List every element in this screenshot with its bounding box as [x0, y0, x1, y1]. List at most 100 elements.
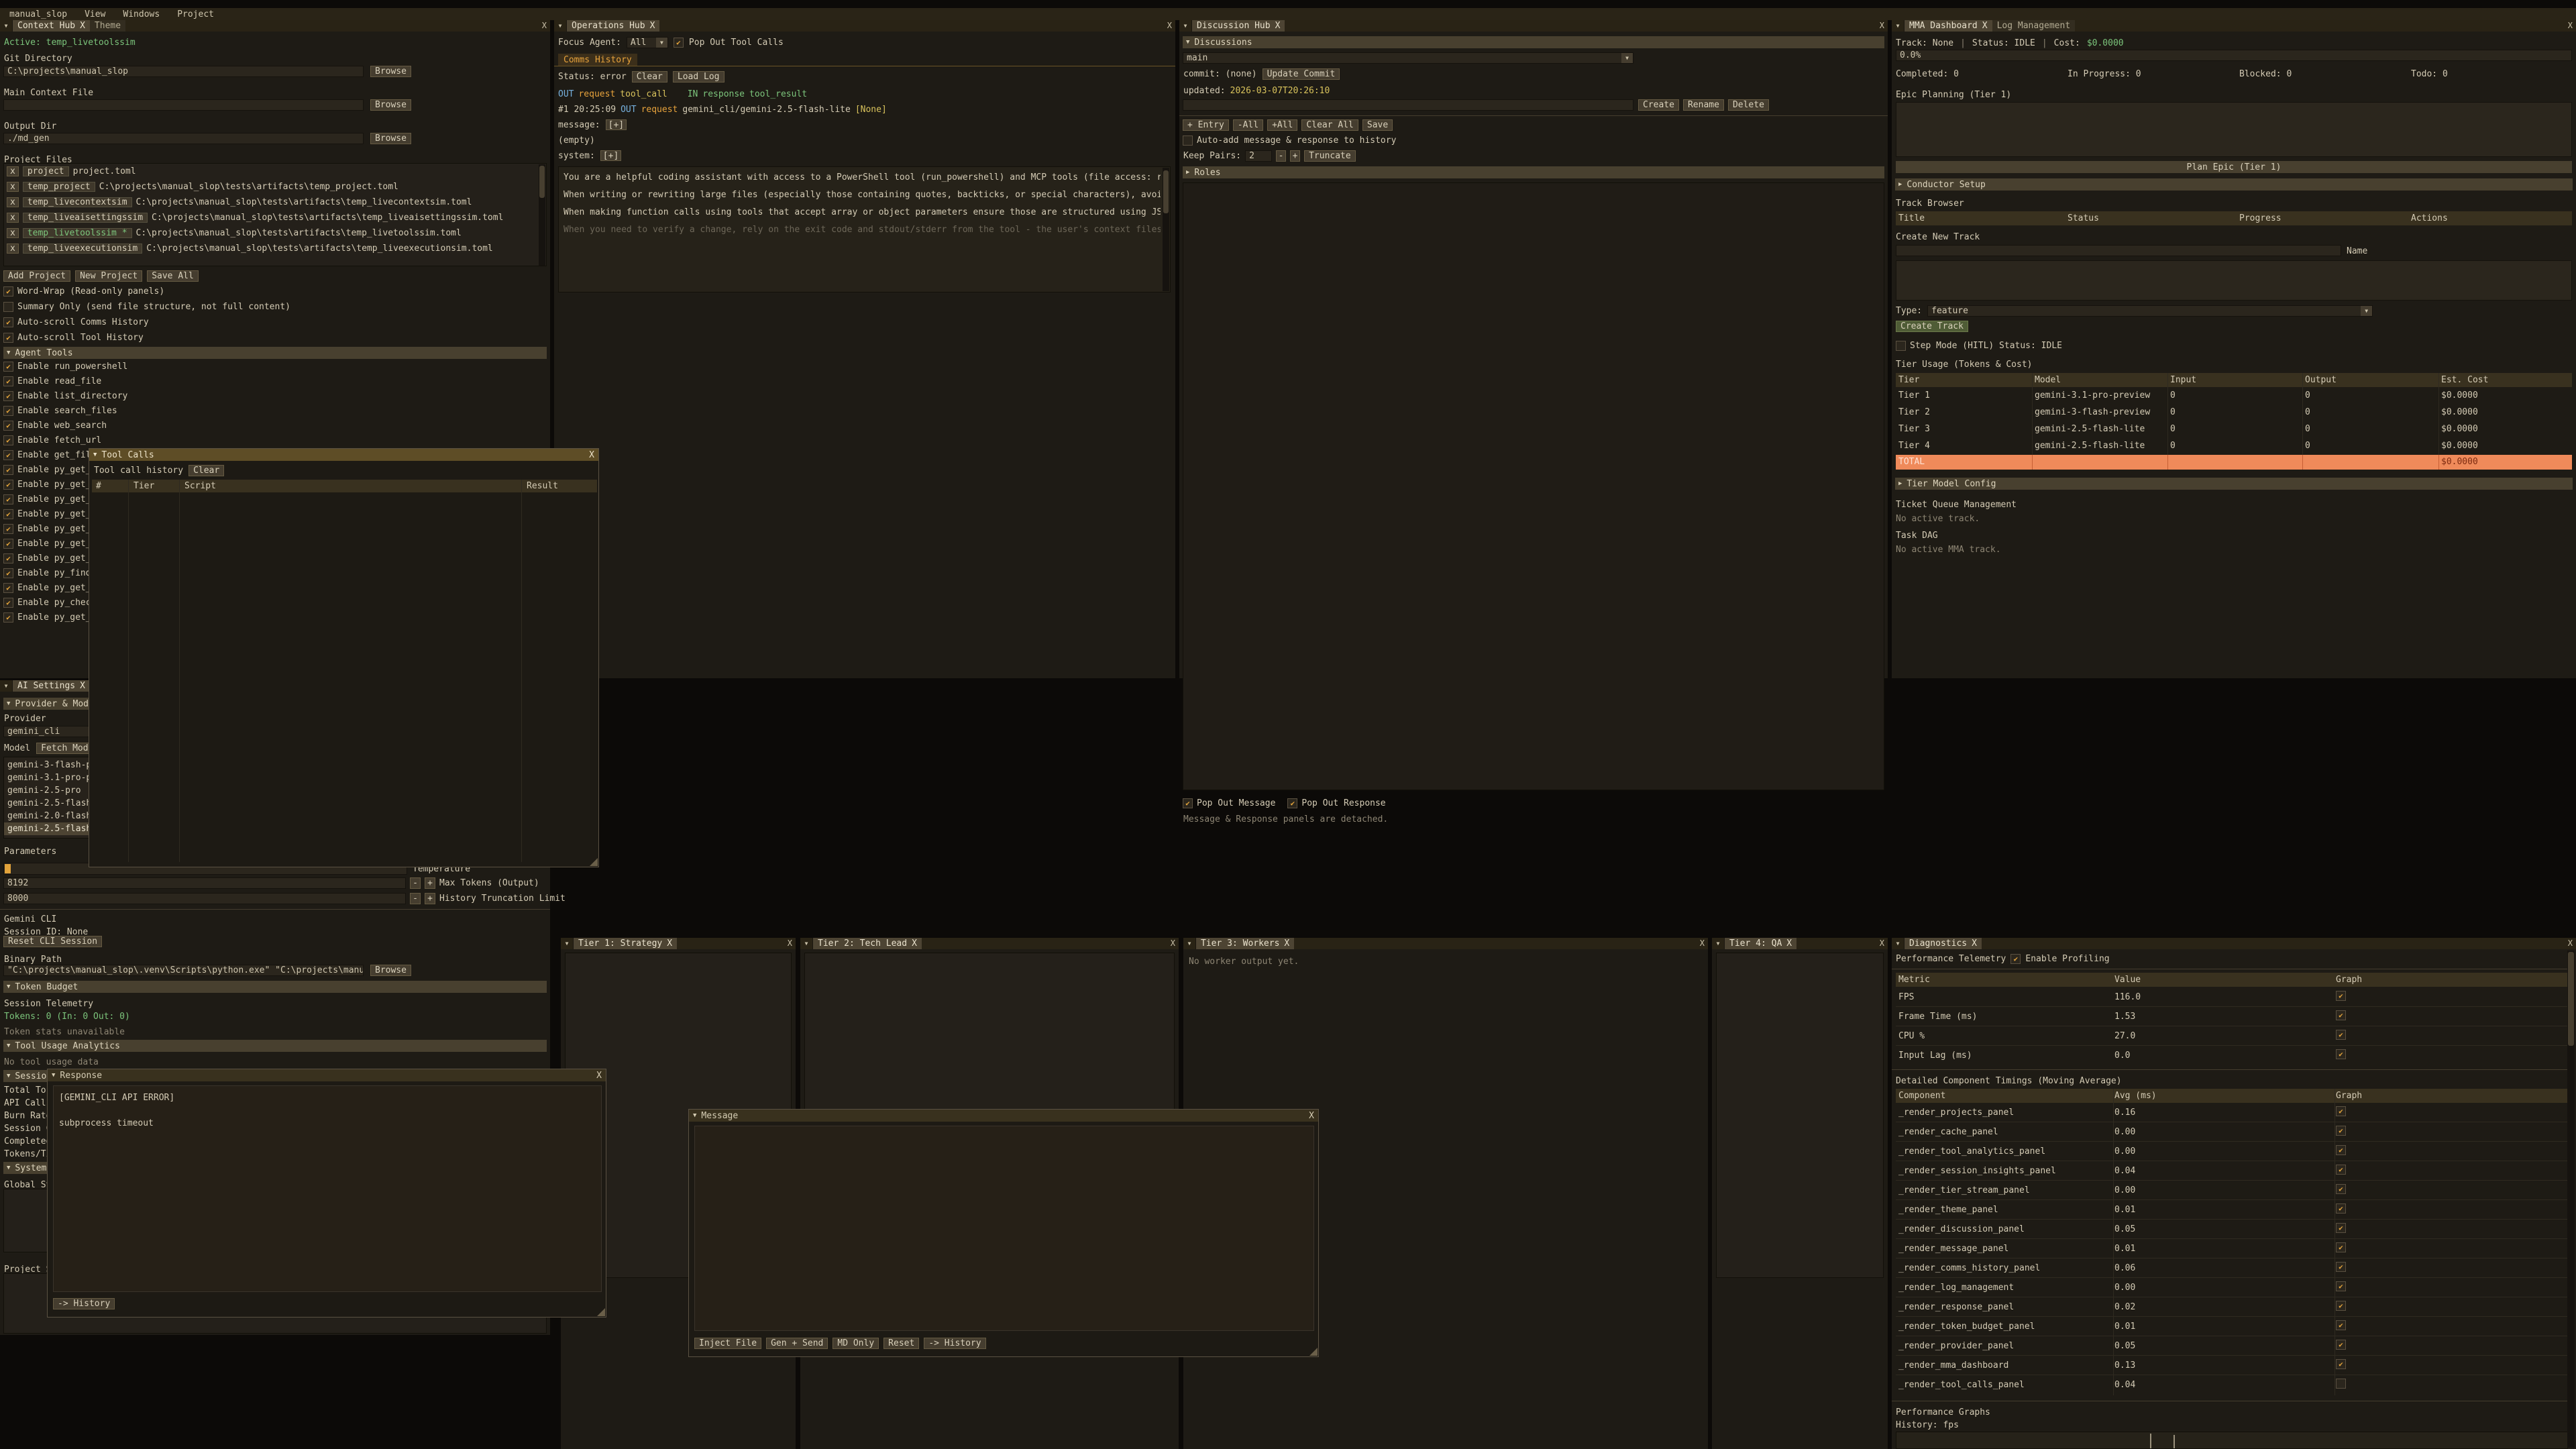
tool-checkbox[interactable]: ✔	[3, 406, 13, 416]
tool-calls-titlebar[interactable]: ▼ Tool Calls X	[89, 449, 598, 461]
panel-close-icon[interactable]: X	[1171, 938, 1175, 948]
system-prompt-scrollbar[interactable]	[1163, 168, 1169, 291]
graph-checkbox[interactable]: ✔	[2336, 991, 2346, 1001]
resize-grip[interactable]	[1309, 1348, 1318, 1356]
message-titlebar[interactable]: ▼ Message X	[689, 1110, 1318, 1122]
rename-button[interactable]: Rename	[1683, 99, 1724, 111]
gen-send-button[interactable]: Gen + Send	[766, 1338, 828, 1349]
response-to-history-button[interactable]: -> History	[53, 1298, 115, 1309]
tier4-output-box[interactable]	[1716, 953, 1884, 1278]
increment-button[interactable]: +	[425, 877, 435, 889]
window-menu-icon[interactable]: ▼	[554, 20, 567, 32]
panel-close-icon[interactable]: X	[1167, 21, 1172, 30]
graph-checkbox[interactable]: ✔	[2336, 1203, 2346, 1214]
history-limit-input[interactable]: 8000	[3, 893, 406, 904]
track-type-select[interactable]: feature ▼	[1927, 305, 2373, 317]
window-menu-icon[interactable]: ▼	[561, 938, 574, 949]
remove-file-button[interactable]: x	[7, 213, 19, 223]
tool-checkbox[interactable]: ✔	[3, 480, 13, 490]
panel-close-icon[interactable]: X	[1880, 21, 1884, 30]
autoadd-checkbox[interactable]	[1183, 136, 1193, 146]
binary-path-input[interactable]: "C:\projects\manual_slop\.venv\Scripts\p…	[3, 965, 364, 976]
tab-mma-dashboard[interactable]: MMA Dashboard X	[1904, 20, 1992, 32]
tab-close-icon[interactable]: X	[1275, 21, 1281, 31]
tool-checkbox[interactable]: ✔	[3, 553, 13, 564]
popout-message-checkbox[interactable]: ✔	[1183, 798, 1193, 808]
panel-close-icon[interactable]: X	[788, 938, 792, 948]
slider-grab[interactable]	[5, 864, 11, 873]
max-tokens-input[interactable]: 8192	[3, 877, 406, 889]
tab-ai-settings[interactable]: AI Settings X	[13, 680, 90, 692]
graph-checkbox[interactable]: ✔	[2336, 1145, 2346, 1155]
increment-button[interactable]: +	[1290, 150, 1300, 162]
popout-toolcalls-checkbox[interactable]: ✔	[674, 38, 684, 48]
panel-close-icon[interactable]: X	[1880, 938, 1884, 948]
roles-header[interactable]: ▶ Roles	[1183, 166, 1884, 178]
file-tag[interactable]: temp_liveaisettingssim	[23, 213, 148, 223]
menu-item-windows[interactable]: Windows	[123, 9, 160, 19]
tool-checkbox[interactable]: ✔	[3, 568, 13, 578]
window-menu-icon[interactable]: ▼	[1892, 20, 1904, 32]
tab-close-icon[interactable]: X	[912, 938, 917, 949]
graph-checkbox[interactable]: ✔	[2336, 1320, 2346, 1330]
close-icon[interactable]: X	[589, 450, 594, 460]
tab-close-icon[interactable]: X	[1786, 938, 1792, 949]
tab-close-icon[interactable]: X	[80, 681, 85, 691]
files-scrollbar[interactable]	[539, 164, 545, 266]
menu-item-app[interactable]: manual_slop	[9, 9, 67, 19]
model-option[interactable]: gemini-2.5-flash	[7, 798, 91, 808]
remove-file-button[interactable]: x	[7, 244, 19, 254]
git-directory-input[interactable]: C:\projects\manual_slop	[3, 66, 364, 77]
graph-checkbox[interactable]: ✔	[2336, 1262, 2346, 1272]
summary-only-checkbox[interactable]	[3, 302, 13, 312]
panel-close-icon[interactable]: X	[2568, 21, 2573, 30]
token-budget-header[interactable]: ▼ Token Budget	[3, 981, 547, 993]
output-dir-browse-button[interactable]: Browse	[370, 133, 411, 144]
window-menu-icon[interactable]: ▼	[0, 20, 13, 32]
tool-checkbox[interactable]: ✔	[3, 509, 13, 519]
tab-close-icon[interactable]: X	[80, 21, 85, 31]
window-menu-icon[interactable]: ▼	[0, 680, 13, 692]
menu-item-view[interactable]: View	[85, 9, 105, 19]
save-button[interactable]: Save	[1362, 119, 1393, 131]
discussions-header[interactable]: ▼ Discussions	[1183, 36, 1884, 48]
graph-checkbox[interactable]: ✔	[2336, 1126, 2346, 1136]
file-tag[interactable]: temp_liveexecutionsim	[23, 244, 142, 254]
plan-epic-button[interactable]: Plan Epic (Tier 1)	[1896, 161, 2572, 173]
autoscroll-tool-checkbox[interactable]: ✔	[3, 333, 13, 343]
enable-profiling-checkbox[interactable]: ✔	[2010, 954, 2021, 964]
response-textarea[interactable]: [GEMINI_CLI API ERROR] subprocess timeou…	[53, 1085, 602, 1292]
agent-tools-header[interactable]: ▼ Agent Tools	[3, 347, 547, 359]
collapse-icon[interactable]: ▼	[693, 1112, 696, 1119]
panel-close-icon[interactable]: X	[2568, 938, 2573, 948]
new-discussion-input[interactable]	[1183, 99, 1633, 111]
panel-close-icon[interactable]: X	[1700, 938, 1705, 948]
model-option[interactable]: gemini-2.0-flash	[7, 811, 91, 821]
tab-close-icon[interactable]: X	[1972, 938, 1977, 949]
increment-button[interactable]: +	[425, 893, 435, 904]
remove-file-button[interactable]: x	[7, 197, 19, 207]
keep-pairs-input[interactable]: 2	[1245, 150, 1272, 162]
graph-checkbox-unchecked[interactable]	[2336, 1379, 2346, 1389]
truncate-button[interactable]: Truncate	[1304, 150, 1356, 162]
tool-checkbox[interactable]: ✔	[3, 539, 13, 549]
collapse-icon[interactable]: ▼	[93, 451, 97, 458]
remove-file-button[interactable]: x	[7, 166, 19, 176]
tool-checkbox[interactable]: ✔	[3, 612, 13, 623]
system-prompt-box[interactable]: You are a helpful coding assistant with …	[558, 166, 1171, 292]
save-all-button[interactable]: Save All	[147, 270, 199, 282]
tab-close-icon[interactable]: X	[667, 938, 672, 949]
expand-system-button[interactable]: [+]	[600, 150, 621, 161]
decrement-button[interactable]: -	[1276, 150, 1286, 162]
response-titlebar[interactable]: ▼ Response X	[48, 1069, 606, 1081]
plus-all-button[interactable]: +All	[1267, 119, 1297, 131]
md-only-button[interactable]: MD Only	[833, 1338, 879, 1349]
conductor-setup-header[interactable]: ▶ Conductor Setup	[1895, 178, 2573, 191]
main-context-browse-button[interactable]: Browse	[370, 99, 411, 111]
autoscroll-comms-checkbox[interactable]: ✔	[3, 317, 13, 327]
close-icon[interactable]: X	[1309, 1111, 1314, 1121]
tool-checkbox[interactable]: ✔	[3, 494, 13, 504]
remove-file-button[interactable]: x	[7, 228, 19, 238]
tool-checkbox[interactable]: ✔	[3, 524, 13, 534]
tool-checkbox[interactable]: ✔	[3, 391, 13, 401]
